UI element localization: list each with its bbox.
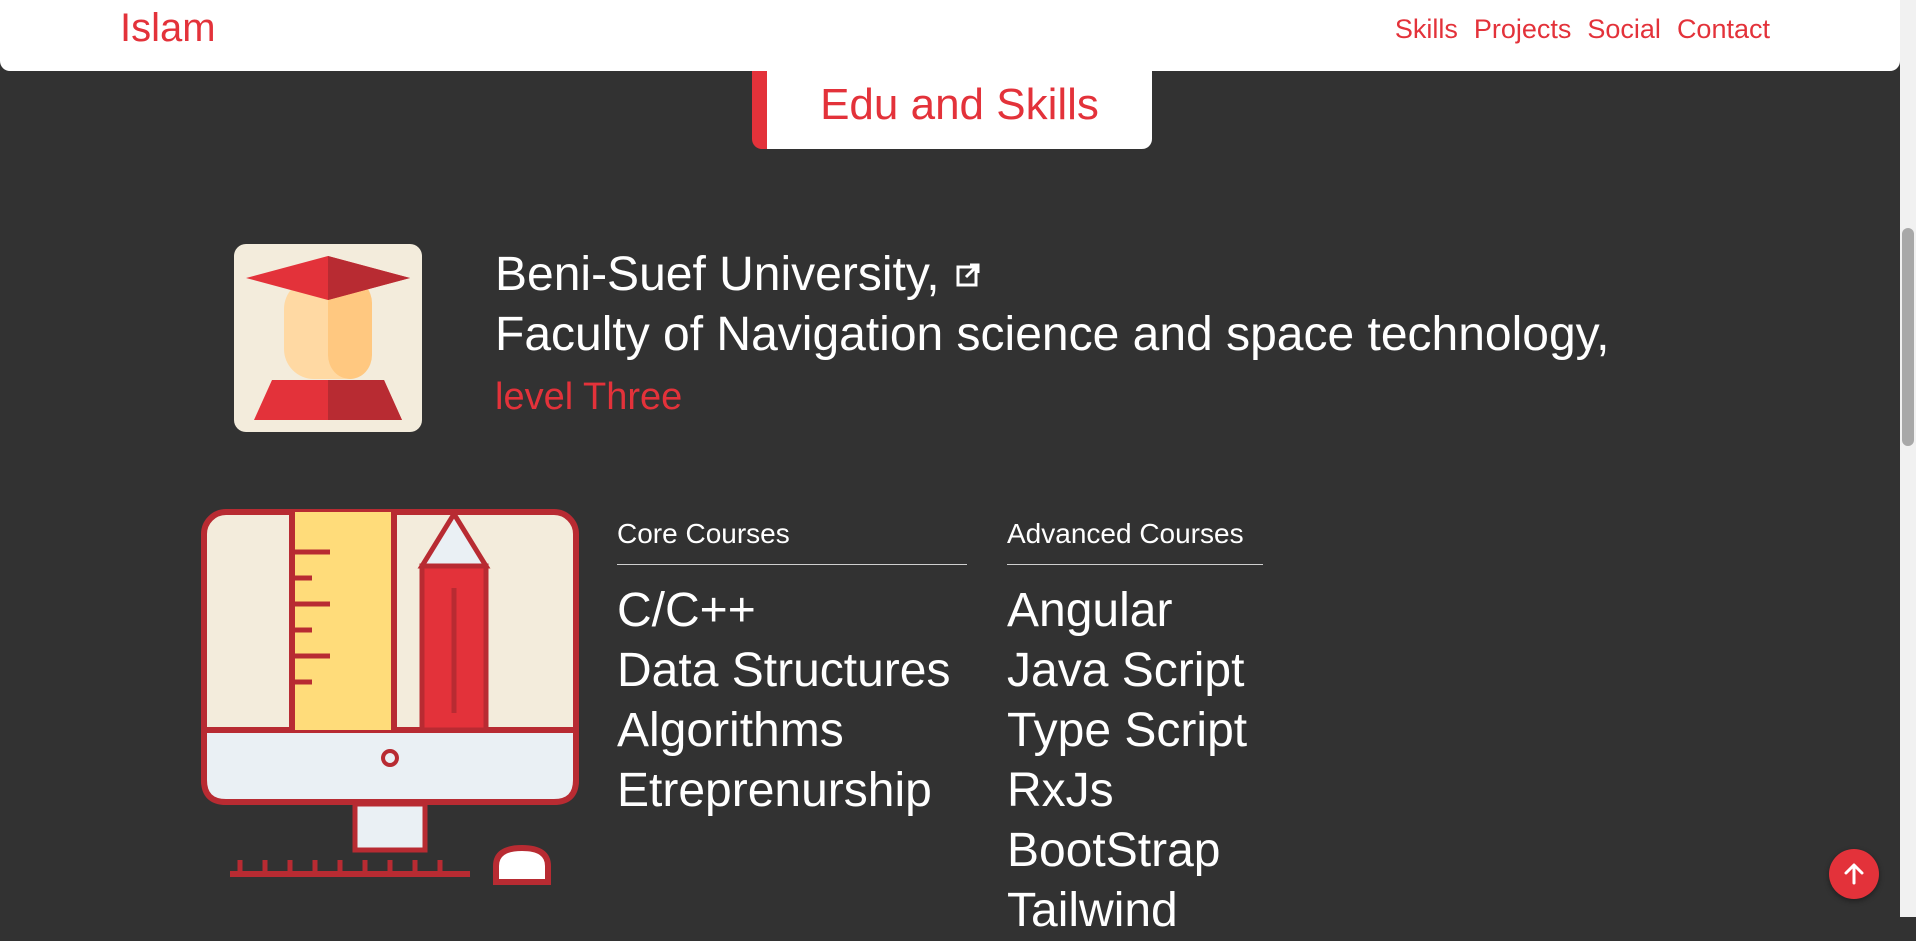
education-level: level Three <box>495 376 683 418</box>
course-item: C/C++ <box>617 584 756 637</box>
faculty-name: Faculty of Navigation science and space … <box>495 308 1610 361</box>
advanced-courses-list: Angular Java Script Type Script RxJs Boo… <box>1007 581 1263 941</box>
university-line: Beni-Suef University, <box>495 245 1609 305</box>
scrollbar-thumb[interactable] <box>1902 228 1914 446</box>
design-monitor-icon <box>201 509 579 885</box>
nav-link-projects[interactable]: Projects <box>1474 14 1572 45</box>
course-item: Etreprenurship <box>617 764 932 817</box>
section-title: Edu and Skills <box>752 60 1152 149</box>
advanced-courses: Advanced Courses Angular Java Script Typ… <box>1007 518 1263 941</box>
course-item: BootStrap <box>1007 824 1221 877</box>
course-item: Type Script <box>1007 704 1248 757</box>
nav-links: Skills Projects Social Contact <box>1395 14 1770 45</box>
advanced-courses-header: Advanced Courses <box>1007 518 1263 565</box>
scroll-to-top-button[interactable] <box>1829 849 1879 899</box>
core-courses-header: Core Courses <box>617 518 967 565</box>
education-info: Beni-Suef University, Faculty of Navigat… <box>495 245 1609 429</box>
arrow-up-icon <box>1844 863 1864 885</box>
course-item: Data Structures <box>617 644 951 697</box>
course-item: Java Script <box>1007 644 1245 697</box>
navbar: Islam Skills Projects Social Contact <box>0 0 1900 71</box>
course-item: Angular <box>1007 584 1173 637</box>
core-courses-list: C/C++ Data Structures Algorithms Etrepre… <box>617 581 967 821</box>
page-scrollbar[interactable] <box>1900 0 1916 917</box>
nav-link-contact[interactable]: Contact <box>1677 14 1770 45</box>
course-item: Tailwind <box>1007 884 1178 937</box>
external-link-icon[interactable] <box>954 261 982 289</box>
course-item: RxJs <box>1007 764 1114 817</box>
nav-link-social[interactable]: Social <box>1587 14 1661 45</box>
core-courses: Core Courses C/C++ Data Structures Algor… <box>617 518 967 821</box>
nav-link-skills[interactable]: Skills <box>1395 14 1458 45</box>
brand-logo[interactable]: Islam <box>120 6 216 51</box>
graduate-icon <box>234 244 422 432</box>
course-item: Algorithms <box>617 704 844 757</box>
university-name: Beni-Suef University, <box>495 248 940 301</box>
